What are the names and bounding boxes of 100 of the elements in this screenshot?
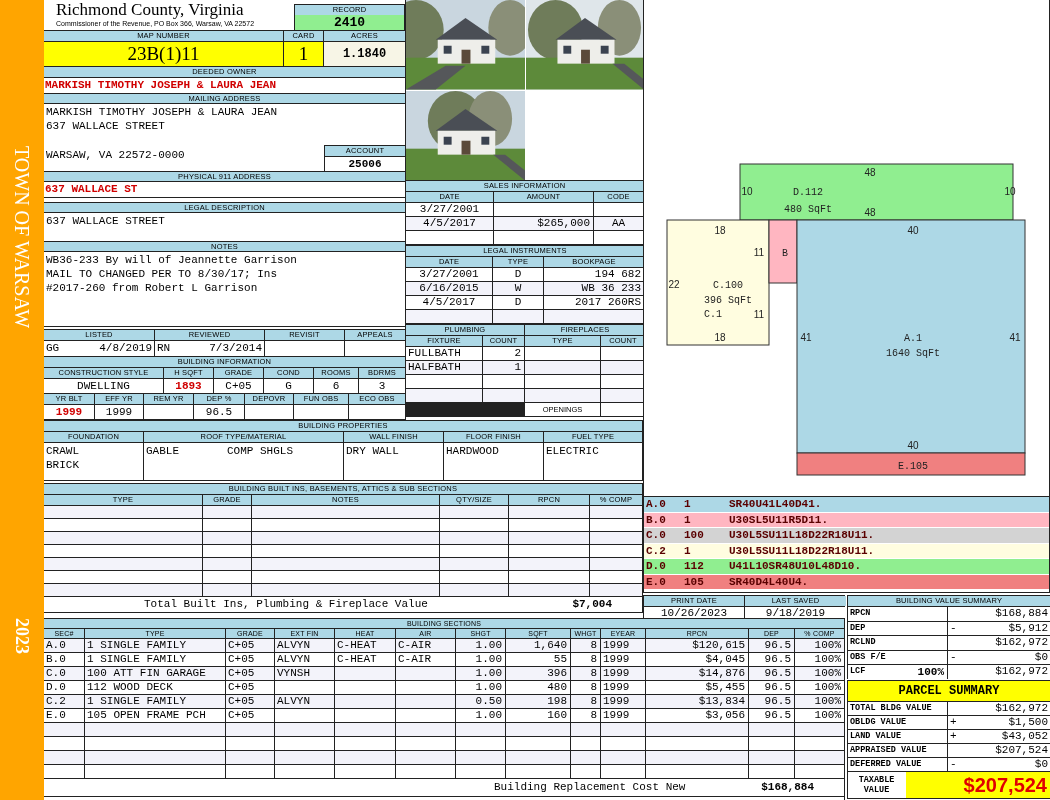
table-cell: 3/27/2001: [406, 268, 492, 281]
table-cell: C.0: [44, 667, 84, 680]
type-code: 1: [684, 512, 692, 528]
area-size: 480 SqFt: [784, 204, 832, 215]
note-line: #2017-260 from Robert L Garrison: [46, 281, 259, 296]
table-cell: 8: [571, 681, 600, 694]
field-value: DRY WALL: [346, 444, 400, 458]
type-code: 100: [684, 528, 705, 543]
row-label: TOTAL BLDG VALUE: [850, 702, 932, 715]
table-cell: 2017 260RS: [544, 296, 643, 309]
table-cell: 1.00: [456, 667, 505, 680]
section-code: E.0: [645, 574, 667, 590]
area-label: B: [782, 248, 788, 259]
table-cell: $5,455: [646, 681, 748, 694]
area-label: A.1: [904, 333, 922, 344]
table-cell: 8: [571, 709, 600, 722]
reviewer-initials: GG: [46, 341, 60, 356]
type-code: 1: [684, 497, 692, 512]
table-cell: 96.5: [749, 653, 794, 666]
amount-value: $168,884: [995, 607, 1048, 621]
year-label: 2023: [13, 618, 31, 654]
table-cell: C-AIR: [396, 639, 455, 652]
section-code: C.2: [645, 543, 667, 559]
field-value: 1893: [164, 379, 213, 393]
row-label: OBS F/E: [850, 650, 886, 664]
percent-value: 100%: [917, 665, 944, 679]
type-code: 112: [684, 559, 705, 574]
table-cell: 1999: [601, 667, 645, 680]
table-cell: VYNSH: [275, 667, 334, 680]
amount-value: $207,524: [995, 744, 1048, 757]
table-cell: C+05: [226, 681, 274, 694]
field-value: HARDWOOD: [446, 444, 500, 458]
field-value: 1999: [95, 405, 143, 419]
taxable-value: $207,524: [906, 772, 1050, 798]
table-cell: $13,834: [646, 695, 748, 708]
table-cell: 1,640: [506, 639, 570, 652]
table-cell: C+05: [226, 695, 274, 708]
table-cell: 96.5: [749, 709, 794, 722]
table-cell: HALFBATH: [406, 361, 482, 374]
table-cell: 1 SINGLE FAMILY: [85, 653, 225, 666]
date-value: 10/26/2023: [644, 607, 744, 619]
table-cell: C+05: [226, 653, 274, 666]
amount-value: $162,972: [995, 665, 1048, 679]
table-cell: 1.00: [456, 639, 505, 652]
table-cell: 1999: [601, 695, 645, 708]
field-value: 1999: [44, 405, 94, 419]
table-cell: 160: [506, 709, 570, 722]
table-cell: 96.5: [749, 639, 794, 652]
table-cell: D.0: [44, 681, 84, 694]
table-cell: AA: [594, 217, 643, 230]
row-label: RCLND: [850, 636, 876, 649]
dimension-label: 18: [714, 225, 726, 236]
sign-label: +: [950, 716, 957, 729]
table-cell: ALVYN: [275, 695, 334, 708]
table-cell: 100%: [795, 695, 844, 708]
table-cell: 8: [571, 639, 600, 652]
address-line: WARSAW, VA 22572-0000: [46, 148, 186, 163]
table-cell: C.2: [44, 695, 84, 708]
field-value: 6: [314, 379, 358, 393]
table-cell: B.0: [44, 653, 84, 666]
table-cell: ALVYN: [275, 653, 334, 666]
table-cell: 1: [483, 361, 524, 374]
dimension-label: 40: [907, 225, 919, 236]
row-label: DEP: [850, 621, 866, 635]
table-cell: 105 OPEN FRAME PCH: [85, 709, 225, 722]
table-cell: 4/5/2017: [406, 217, 493, 230]
row-label: LCF: [850, 665, 866, 678]
traverse-code: SR40U41L40D41.: [729, 497, 822, 512]
dimension-label: 41: [1009, 332, 1021, 343]
field-value: GABLE: [146, 444, 179, 458]
sign-label: -: [950, 650, 957, 664]
table-cell: 100%: [795, 653, 844, 666]
town-label: TOWN OF WARSAW: [12, 146, 32, 329]
table-cell: 4/5/2017: [406, 296, 492, 309]
table-cell: $4,045: [646, 653, 748, 666]
table-cell: C-AIR: [396, 653, 455, 666]
table-cell: ALVYN: [275, 639, 334, 652]
amount-value: $5,912: [1008, 621, 1048, 635]
amount-value: $0: [1034, 758, 1048, 771]
area-label: C.100: [713, 280, 743, 291]
total-value: $7,004: [572, 597, 613, 613]
table-cell: C+05: [226, 639, 274, 652]
amount-value: $0: [1034, 650, 1048, 664]
table-cell: W: [493, 282, 543, 295]
record-number: 2410: [295, 15, 404, 30]
table-cell: 198: [506, 695, 570, 708]
dimension-label: 11: [753, 247, 765, 258]
date-value: 4/8/2019: [99, 341, 152, 356]
table-cell: $120,615: [646, 639, 748, 652]
type-code: 105: [684, 574, 705, 590]
field-value: G: [264, 379, 313, 393]
table-cell: 100 ATT FIN GARAGE: [85, 667, 225, 680]
row-label: LAND VALUE: [850, 730, 901, 743]
field-value: DWELLING: [44, 379, 163, 393]
traverse-code: SR40D4L40U4.: [729, 574, 809, 590]
row-label: RPCN: [850, 607, 871, 620]
type-code: 1: [684, 543, 692, 559]
note-line: WB36-233 By will of Jeannette Garrison: [46, 253, 298, 268]
section-code: A.0: [645, 497, 667, 512]
section-code: C.0: [645, 528, 667, 543]
